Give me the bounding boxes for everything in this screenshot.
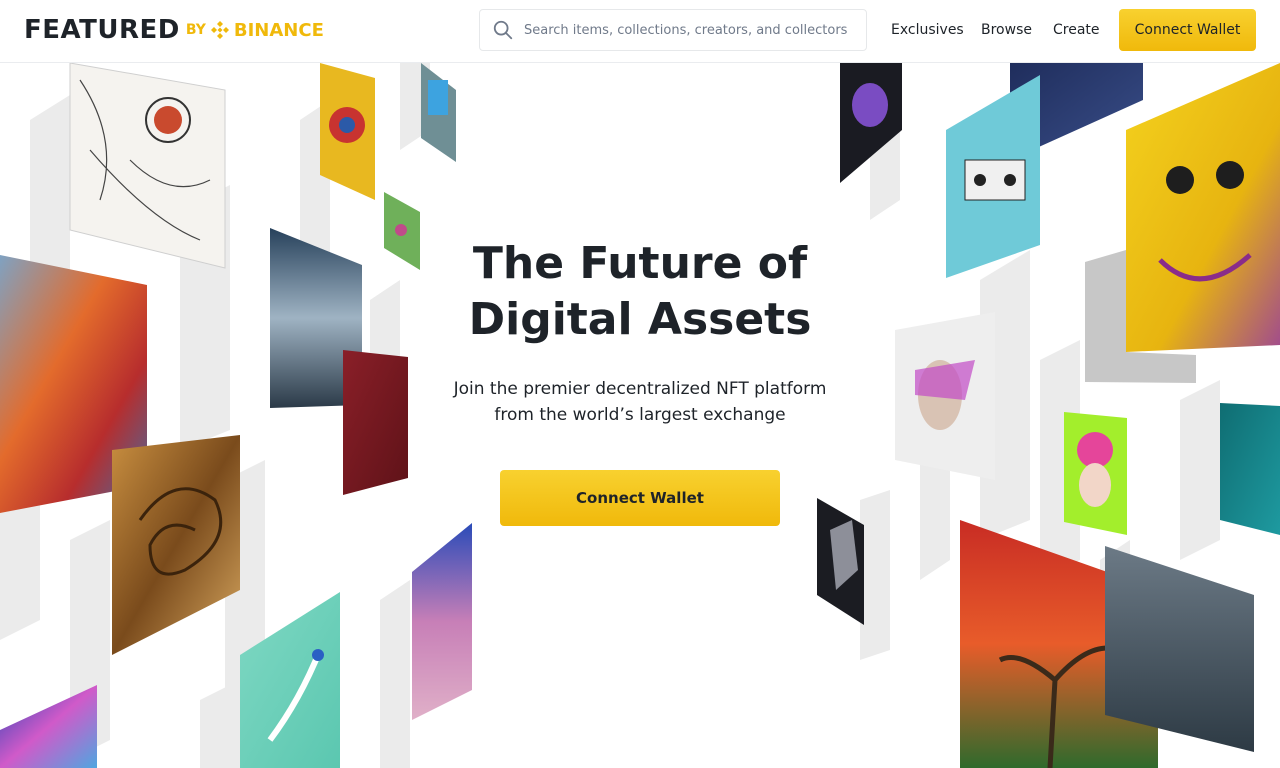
search-box[interactable] (479, 9, 867, 51)
artwork-cassette[interactable] (946, 75, 1040, 278)
artwork-portrait-splash[interactable] (895, 312, 995, 480)
search-icon (493, 20, 513, 40)
artwork-teal-forest[interactable] (1220, 403, 1280, 535)
hero-connect-wallet-button[interactable]: Connect Wallet (500, 470, 780, 526)
nav-browse-link[interactable]: Browse (981, 0, 1032, 60)
hero-subtitle: Join the premier decentralized NFT platf… (440, 376, 840, 428)
hero-title: The Future of Digital Assets (440, 236, 840, 348)
artwork-wave-pattern[interactable] (412, 523, 472, 720)
artwork-red-textile[interactable] (343, 350, 408, 495)
artwork-blue-device[interactable] (421, 63, 456, 162)
hero-subtitle-line2: from the world’s largest exchange (494, 405, 786, 425)
hero-title-line1: The Future of (472, 238, 808, 289)
logo-binance-text: BINANCE (233, 19, 324, 41)
logo-by-text: BY (185, 22, 206, 38)
logo-featured-text: FEATURED (24, 15, 180, 45)
hero-title-line2: Digital Assets (468, 294, 812, 345)
artwork-green-character[interactable] (1064, 412, 1127, 535)
search-input[interactable] (524, 22, 854, 38)
featured-by-binance-logo[interactable]: FEATURED BY BINANCE (24, 14, 324, 46)
artwork-spiral-landscape[interactable] (112, 435, 240, 655)
artwork-blue-swirl[interactable] (0, 685, 97, 768)
nav-create-link[interactable]: Create (1053, 0, 1100, 60)
binance-logo-icon (210, 21, 229, 39)
header-connect-wallet-button[interactable]: Connect Wallet (1119, 9, 1256, 51)
artwork-yellow-face[interactable] (1126, 63, 1280, 352)
hero-subtitle-line1: Join the premier decentralized NFT platf… (453, 379, 827, 399)
artwork-crystal[interactable] (817, 498, 864, 625)
nav-exclusives-link[interactable]: Exclusives (891, 0, 964, 60)
top-navigation-bar: FEATURED BY BINANCE Exclusives Browse Cr… (0, 0, 1280, 63)
artwork-green-leaf[interactable] (384, 192, 420, 270)
artwork-sketch-eye[interactable] (69, 63, 226, 269)
hero-section: The Future of Digital Assets Join the pr… (0, 63, 1280, 768)
